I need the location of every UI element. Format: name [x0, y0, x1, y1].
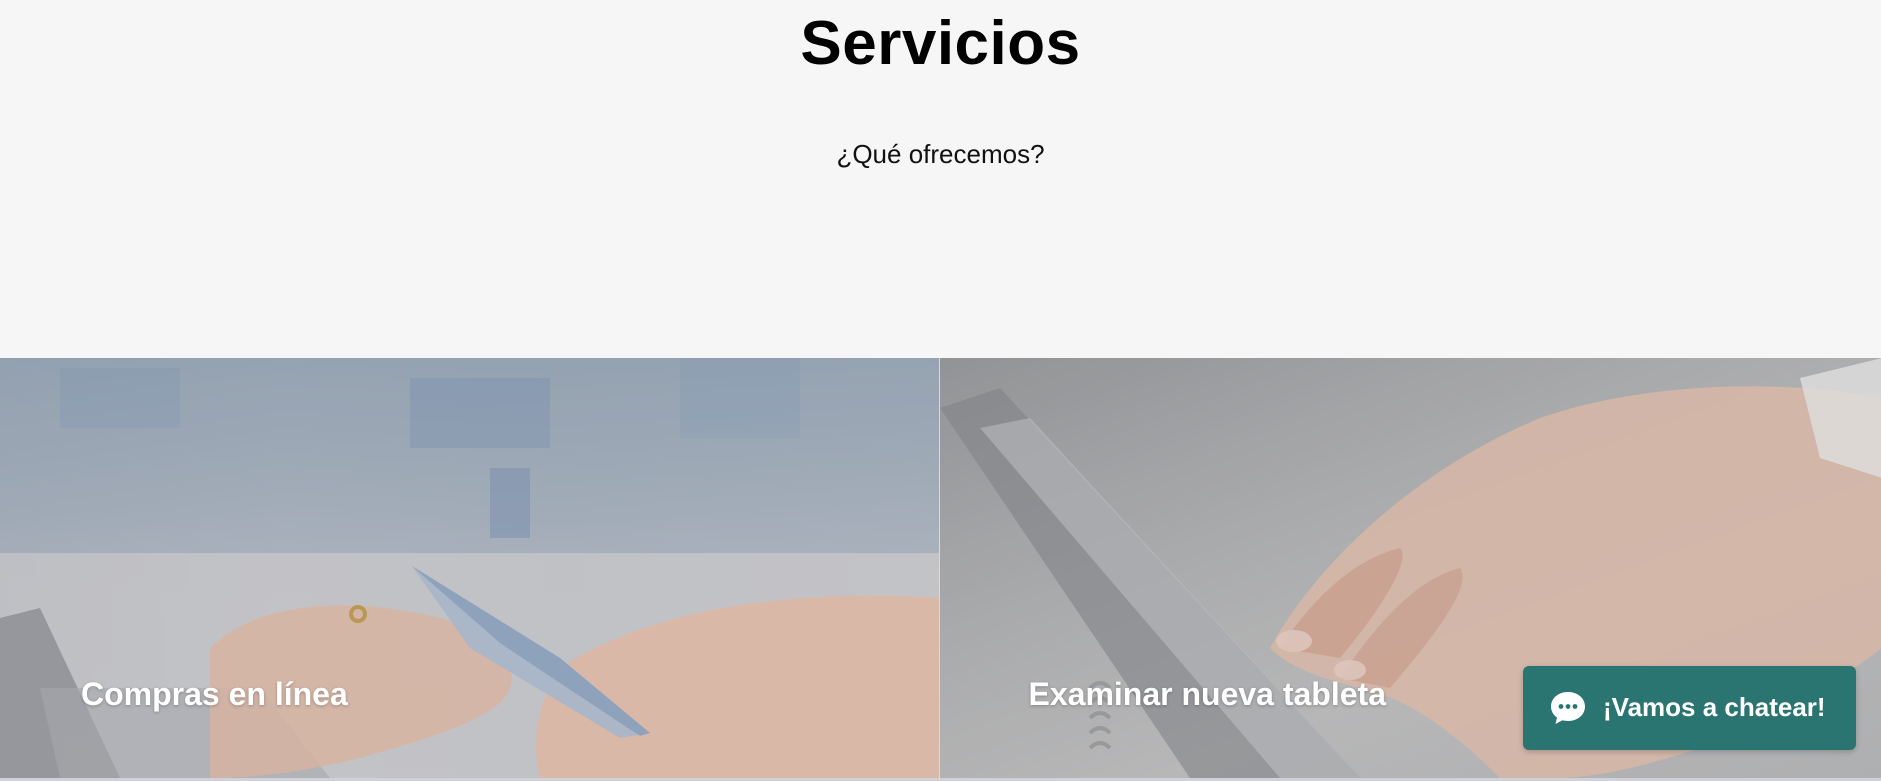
chat-button-label: ¡Vamos a chatear!: [1603, 692, 1826, 722]
card-overlay: [0, 358, 939, 778]
services-header: Servicios ¿Qué ofrecemos?: [0, 0, 1881, 358]
service-card-label: Examinar nueva tableta: [1028, 676, 1386, 712]
chat-bubble-icon: [1551, 692, 1585, 724]
page-subtitle: ¿Qué ofrecemos?: [836, 139, 1045, 169]
chat-button[interactable]: ¡Vamos a chatear!: [1523, 666, 1856, 750]
service-card-label: Compras en línea: [81, 676, 348, 712]
page: Servicios ¿Qué ofrecemos? Compras en lín…: [0, 0, 1881, 781]
service-card-online-shopping[interactable]: Compras en línea: [0, 358, 939, 778]
page-title: Servicios: [800, 9, 1081, 78]
